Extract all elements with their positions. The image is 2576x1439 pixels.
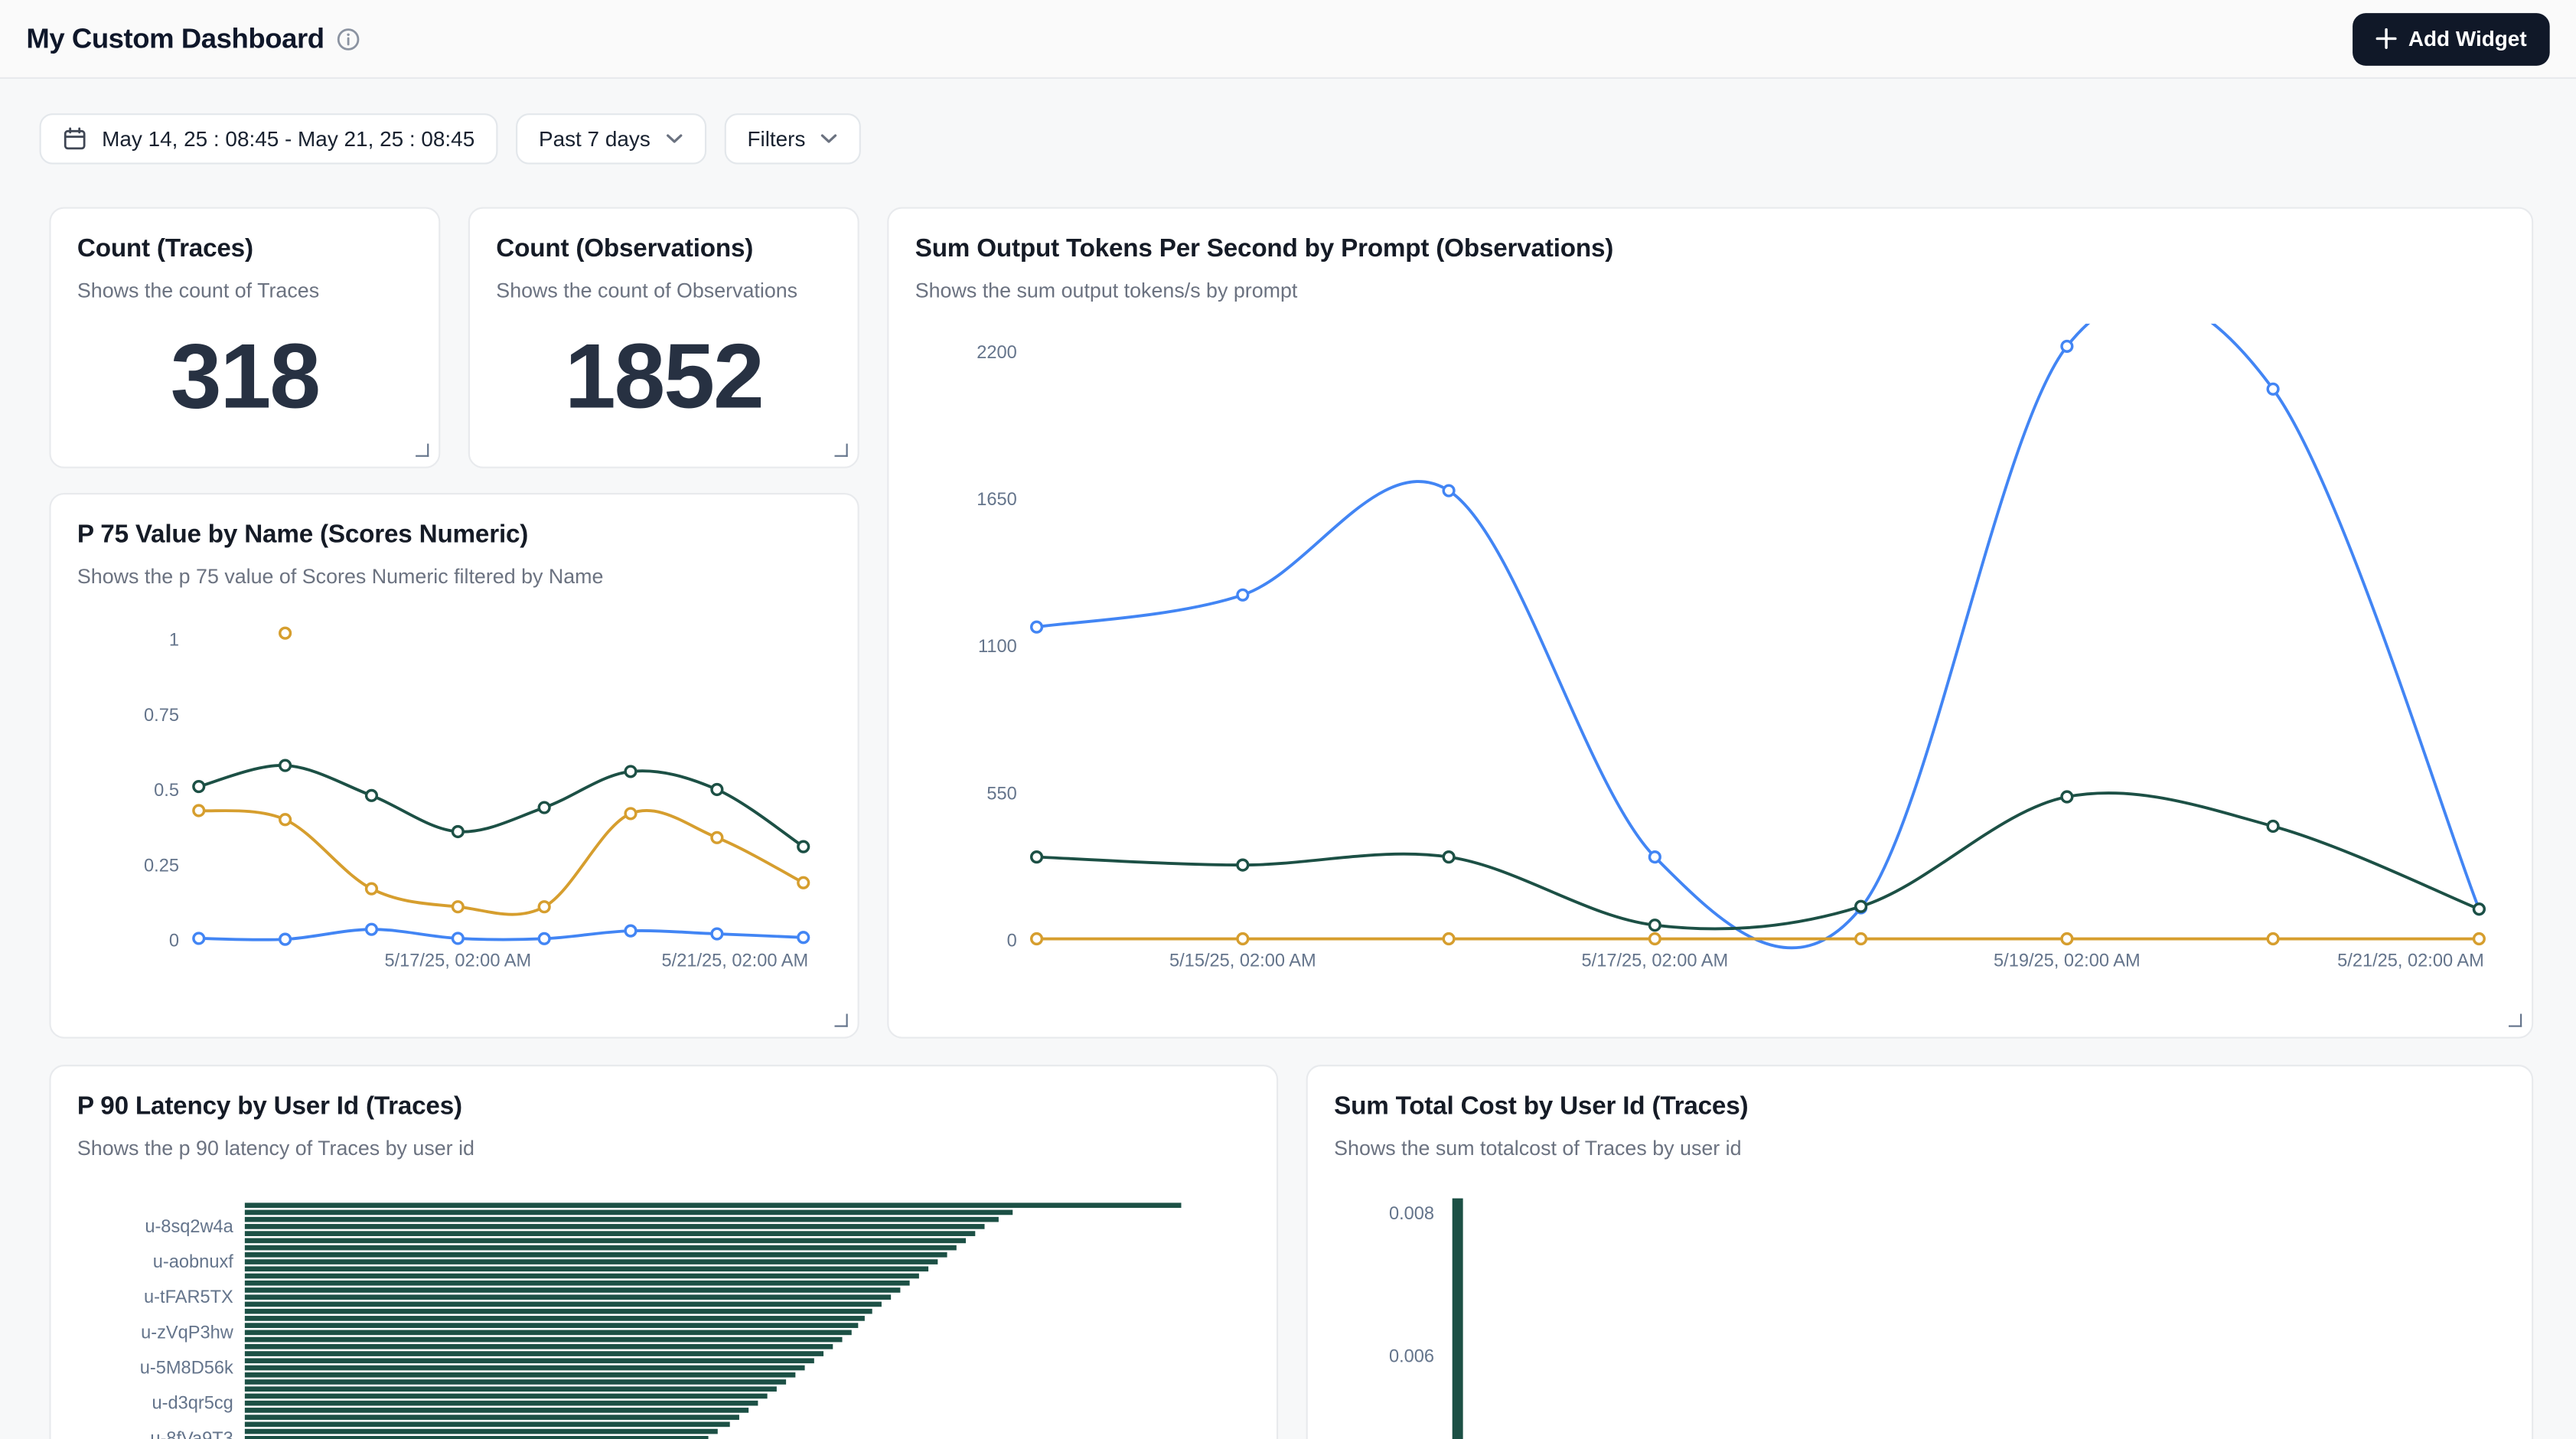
svg-text:u-d3qr5cg: u-d3qr5cg (152, 1394, 233, 1414)
plus-icon (2375, 28, 2397, 49)
svg-text:5/21/25, 02:00 AM: 5/21/25, 02:00 AM (662, 951, 809, 971)
p75-chart-svg: 0 0.25 0.5 0.75 1 5/17/25, 02:00 AM 5/21/25, 0… (77, 613, 835, 1007)
svg-text:5/15/25, 02:00 AM: 5/15/25, 02:00 AM (1169, 951, 1316, 971)
widget-p90-latency: P 90 Latency by User Id (Traces) Shows t… (49, 1065, 1278, 1439)
add-widget-button[interactable]: Add Widget (2353, 12, 2550, 65)
widget-subtitle: Shows the sum totalcost of Traces by use… (1334, 1137, 2506, 1160)
widget-title: P 90 Latency by User Id (Traces) (77, 1093, 1251, 1123)
latency-chart-svg: u-8sq2w4a u-aobnuxf u-tFAR5TX u-zVqP3hw u-5M… (77, 1191, 1254, 1439)
widget-title: Count (Observations) (496, 235, 831, 265)
tokens-line-chart: 0 550 1100 1650 2200 5/15/25, 02:00 AM 5/17/25… (915, 324, 2503, 1022)
widget-title: P 75 Value by Name (Scores Numeric) (77, 521, 831, 551)
widget-subtitle: Shows the count of Traces (77, 279, 412, 302)
widget-title: Count (Traces) (77, 235, 412, 265)
svg-text:u-8fVa9T3: u-8fVa9T3 (150, 1429, 233, 1439)
date-range-picker[interactable]: May 14, 25 : 08:45 - May 21, 25 : 08:45 (40, 113, 498, 165)
widget-title: Sum Total Cost by User Id (Traces) (1334, 1093, 2506, 1123)
svg-text:2200: 2200 (977, 343, 1017, 363)
widget-title: Sum Output Tokens Per Second by Prompt (… (915, 235, 2506, 265)
date-preset-label: Past 7 days (539, 126, 651, 151)
tokens-chart-svg: 0 550 1100 1650 2200 5/15/25, 02:00 AM 5/17/25… (915, 324, 2503, 1014)
svg-text:5/21/25, 02:00 AM: 5/21/25, 02:00 AM (2337, 951, 2484, 971)
svg-text:u-8sq2w4a: u-8sq2w4a (145, 1217, 233, 1237)
svg-text:u-zVqP3hw: u-zVqP3hw (141, 1323, 234, 1343)
svg-text:0: 0 (1007, 931, 1017, 951)
widget-count-observations: Count (Observations) Shows the count of … (468, 207, 859, 468)
cost-chart-svg: 0.008 0.006 (1334, 1191, 2509, 1439)
date-range-label: May 14, 25 : 08:45 - May 21, 25 : 08:45 (102, 126, 474, 151)
widget-count-traces: Count (Traces) Shows the count of Traces… (49, 207, 440, 468)
filters-dropdown[interactable]: Filters (724, 113, 861, 165)
widget-total-cost: Sum Total Cost by User Id (Traces) Shows… (1306, 1065, 2534, 1439)
resize-handle[interactable] (416, 444, 429, 457)
svg-text:u-tFAR5TX: u-tFAR5TX (144, 1287, 233, 1307)
svg-text:u-aobnuxf: u-aobnuxf (153, 1252, 233, 1272)
svg-text:5/17/25, 02:00 AM: 5/17/25, 02:00 AM (1582, 951, 1729, 971)
filter-toolbar: May 14, 25 : 08:45 - May 21, 25 : 08:45 … (40, 113, 862, 165)
resize-handle[interactable] (835, 444, 848, 457)
svg-text:1650: 1650 (977, 490, 1017, 510)
svg-text:0.5: 0.5 (154, 781, 179, 801)
chevron-down-icon (665, 133, 683, 145)
svg-text:5/19/25, 02:00 AM: 5/19/25, 02:00 AM (1994, 951, 2141, 971)
count-traces-value: 318 (77, 330, 412, 422)
count-observations-value: 1852 (496, 330, 831, 422)
svg-text:0: 0 (169, 931, 179, 951)
date-preset-dropdown[interactable]: Past 7 days (516, 113, 706, 165)
resize-handle[interactable] (2509, 1014, 2522, 1027)
svg-text:0.75: 0.75 (144, 706, 179, 726)
widget-tokens-per-second: Sum Output Tokens Per Second by Prompt (… (887, 207, 2533, 1038)
info-icon[interactable] (337, 27, 360, 50)
page-title: My Custom Dashboard (26, 22, 324, 55)
svg-text:u-5M8D56k: u-5M8D56k (140, 1359, 233, 1379)
cost-bar-chart: 0.008 0.006 (1334, 1191, 2509, 1439)
widget-subtitle: Shows the count of Observations (496, 279, 831, 302)
svg-text:5/17/25, 02:00 AM: 5/17/25, 02:00 AM (384, 951, 531, 971)
svg-text:0.008: 0.008 (1389, 1204, 1434, 1224)
svg-text:0.25: 0.25 (144, 856, 179, 876)
svg-text:550: 550 (986, 784, 1016, 804)
add-widget-label: Add Widget (2408, 26, 2527, 51)
top-bar: My Custom Dashboard Add Widget (0, 0, 2576, 79)
chevron-down-icon (820, 133, 839, 145)
svg-text:0.006: 0.006 (1389, 1347, 1434, 1367)
calendar-icon (63, 126, 87, 151)
svg-text:1: 1 (169, 631, 179, 651)
widget-subtitle: Shows the p 90 latency of Traces by user… (77, 1137, 1251, 1160)
widget-p75-value: P 75 Value by Name (Scores Numeric) Show… (49, 493, 859, 1039)
filters-label: Filters (747, 126, 805, 151)
widget-subtitle: Shows the sum output tokens/s by prompt (915, 279, 2506, 302)
resize-handle[interactable] (835, 1014, 848, 1027)
latency-bar-chart: u-8sq2w4a u-aobnuxf u-tFAR5TX u-zVqP3hw u-5M… (77, 1191, 1254, 1439)
widget-subtitle: Shows the p 75 value of Scores Numeric f… (77, 565, 831, 588)
p75-line-chart: 0 0.25 0.5 0.75 1 5/17/25, 02:00 AM 5/21/25, 0… (77, 613, 835, 1016)
dashboard-viewport: My Custom Dashboard Add Widget (0, 0, 2576, 1439)
svg-text:1100: 1100 (978, 637, 1017, 657)
